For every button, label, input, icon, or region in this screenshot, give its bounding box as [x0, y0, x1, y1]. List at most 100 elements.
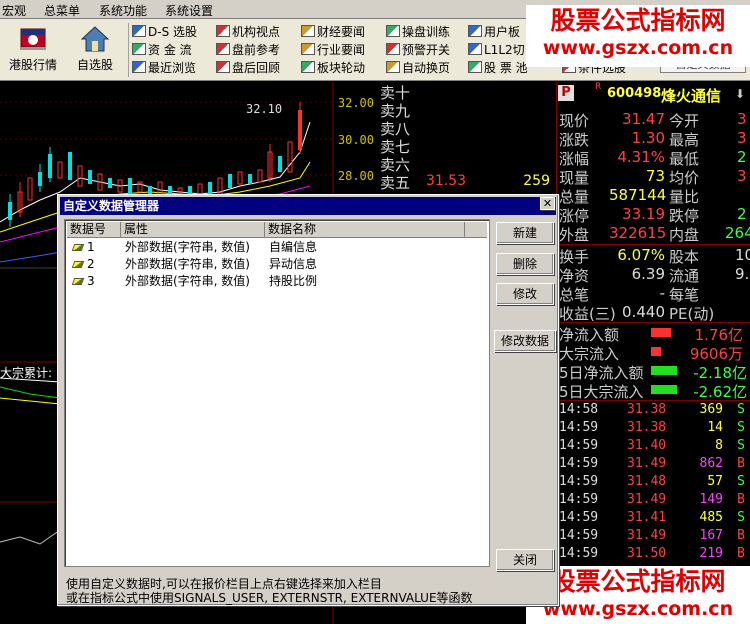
quote-row-pct: 涨幅 4.31% 最低 2 [559, 148, 747, 168]
ds-stock-select-button[interactable]: D-S 选股 [132, 24, 197, 41]
col-header-id[interactable]: 数据号 [67, 222, 121, 238]
industry-news-button[interactable]: 行业要闻 [301, 42, 365, 59]
axis-price-28: 28.00 [337, 169, 374, 183]
menu-main[interactable]: 总菜单 [44, 2, 80, 19]
sell-level-7: 卖七 [380, 138, 411, 156]
tick-side: S [737, 474, 745, 489]
l1l2-switch-button[interactable]: L1L2切 [468, 42, 525, 59]
watermark-url-bottom: www.gszx.com.cn [542, 598, 734, 620]
tick-volume: 369 [699, 402, 723, 417]
trading-practice-button[interactable]: 操盘训练 [386, 24, 450, 41]
industry-news-icon [301, 43, 315, 55]
info-icon[interactable]: ⬇ [735, 87, 745, 101]
delete-button[interactable]: 删除 [496, 253, 554, 275]
app-window: 宏观 总菜单 系统功能 系统设置 港股行情 自选股 D-S 选股 机构视点 财经… [0, 0, 750, 624]
quote-row-netasset: 净资6.39 流通9.6 [559, 265, 750, 285]
tick-volume: 862 [699, 456, 723, 471]
tick-side: B [737, 492, 745, 507]
house-icon [80, 26, 110, 52]
sell5-volume: 259 [523, 173, 550, 189]
tick-time: 14:59 [559, 546, 599, 561]
flow-row-net: 净流入额 1.76亿 [559, 326, 743, 344]
new-button[interactable]: 新建 [496, 222, 554, 244]
tick-price: 31.38 [627, 420, 667, 435]
custom-data-list[interactable]: 数据号 属性 数据名称 1 外部数据(字符串, 数值) 自编信息 2 外部数据(… [64, 219, 490, 567]
tick-price: 31.49 [627, 528, 667, 543]
col-header-attr[interactable]: 属性 [121, 222, 265, 238]
list-header: 数据号 属性 数据名称 [67, 222, 487, 238]
close-button[interactable]: 关闭 [496, 549, 554, 571]
data-item-icon [71, 261, 85, 268]
tick-row: 14:59 31.49 167 B [557, 528, 750, 546]
sell-level-10: 卖十 [380, 84, 411, 102]
recent-browse-button[interactable]: 最近浏览 [132, 60, 196, 77]
watermark-title: 股票公式指标网 [550, 6, 726, 35]
list-item[interactable]: 2 外部数据(字符串, 数值) 异动信息 [67, 256, 487, 273]
usage-note: 使用自定义数据时,可以在报价栏目上点右键选择来加入栏目 或在指标公式中使用SIG… [66, 577, 473, 605]
tick-time: 14:59 [559, 510, 599, 525]
tick-row: 14:59 31.40 8 S [557, 438, 750, 456]
usage-note-line2: 或在指标公式中使用SIGNALS_USER, EXTERNSTR, EXTERN… [66, 591, 473, 605]
institution-view-button[interactable]: 机构视点 [216, 24, 280, 41]
tick-price: 31.50 [627, 546, 667, 561]
tick-price: 31.49 [627, 492, 667, 507]
stock-pool-button[interactable]: 股 票 池 [468, 60, 528, 77]
practice-icon [386, 25, 400, 37]
hk-quotes-button[interactable]: 港股行情 [4, 23, 62, 77]
close-icon[interactable]: ✕ [540, 197, 555, 210]
list-item[interactable]: 3 外部数据(字符串, 数值) 持股比例 [67, 273, 487, 290]
sell-level-6: 卖六 [380, 156, 411, 174]
modify-data-button[interactable]: 修改数据 [494, 330, 556, 352]
stock-name: 烽火通信 [661, 87, 722, 105]
tick-row: 14:59 31.49 862 B [557, 456, 750, 474]
watermark-title-bottom: 股票公式指标网 [550, 567, 726, 596]
rotation-icon [301, 61, 315, 73]
tick-side: S [737, 438, 745, 453]
fund-flow-icon [132, 43, 146, 55]
watchlist-label: 自选股 [76, 58, 113, 72]
user-board-button[interactable]: 用户板 [468, 24, 520, 41]
market-badge: P [558, 85, 574, 101]
menu-macro[interactable]: 宏观 [2, 2, 26, 19]
watermark-top: 股票公式指标网 www.gszx.com.cn [526, 5, 750, 67]
list-item[interactable]: 1 外部数据(字符串, 数值) 自编信息 [67, 239, 487, 256]
modify-button[interactable]: 修改 [496, 283, 554, 305]
tick-volume: 57 [707, 474, 723, 489]
custom-data-manager-dialog: 自定义数据管理器 ✕ 数据号 属性 数据名称 1 外部数据(字符串, 数值) 自… [57, 194, 559, 606]
quote-row-outer: 外盘 322615 内盘 264 [559, 224, 750, 244]
tick-time: 14:59 [559, 420, 599, 435]
l1l2-icon [468, 43, 482, 55]
finance-news-button[interactable]: 财经要闻 [301, 24, 365, 41]
tick-volume: 167 [699, 528, 723, 543]
sector-rotation-button[interactable]: 板块轮动 [301, 60, 365, 77]
user-board-icon [468, 25, 482, 37]
stock-pool-icon [468, 61, 482, 73]
indicator-label: 大宗累计: [0, 366, 53, 380]
menu-system-settings[interactable]: 系统设置 [165, 2, 213, 19]
menu-system-functions[interactable]: 系统功能 [99, 2, 147, 19]
premarket-ref-button[interactable]: 盘前参考 [216, 42, 280, 59]
quote-row-limitup: 涨停 33.19 跌停 2 [559, 205, 747, 225]
tick-time: 14:59 [559, 474, 599, 489]
watchlist-button[interactable]: 自选股 [66, 23, 124, 77]
tick-volume: 14 [707, 420, 723, 435]
fund-flow-button[interactable]: 资 金 流 [132, 42, 192, 59]
order-book: 卖十 卖九 卖八 卖七 卖六 卖五 31.53 259 [378, 82, 556, 202]
alert-toggle-button[interactable]: 预警开关 [386, 42, 450, 59]
sell-level-9: 卖九 [380, 102, 411, 120]
tick-side: B [737, 528, 745, 543]
auto-page-button[interactable]: 自动换页 [386, 60, 450, 77]
review-icon [216, 61, 230, 73]
tick-row: 14:59 31.50 219 B [557, 546, 750, 564]
postmarket-review-button[interactable]: 盘后回顾 [216, 60, 280, 77]
toolbar-divider [128, 23, 129, 77]
rights-marker: R [595, 82, 602, 92]
col-header-name[interactable]: 数据名称 [265, 222, 465, 238]
tick-price: 31.38 [627, 402, 667, 417]
sell-level-8: 卖八 [380, 120, 411, 138]
sell5-price: 31.53 [426, 173, 467, 189]
tick-price: 31.48 [627, 474, 667, 489]
flow-row-5d-net: 5日净流入额 -2.18亿 [559, 364, 747, 382]
stock-code: 600498 [607, 86, 662, 101]
dialog-title: 自定义数据管理器 [60, 197, 556, 215]
